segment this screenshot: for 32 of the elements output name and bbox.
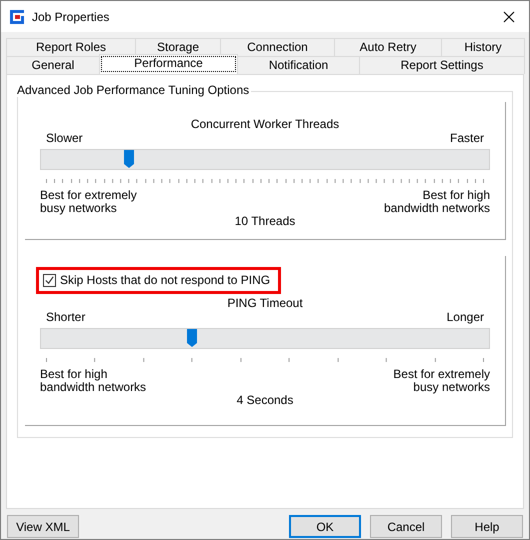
slider-title: Concurrent Worker Threads xyxy=(190,117,340,131)
slider-reading: 10 Threads xyxy=(234,214,296,228)
tab[interactable]: History xyxy=(441,38,525,56)
check-icon xyxy=(44,274,55,286)
tab[interactable]: Performance xyxy=(99,54,238,74)
slider-thumb[interactable] xyxy=(186,329,197,347)
slider-max-label: Longer xyxy=(446,310,484,326)
group-title: Advanced Job Performance Tuning Options xyxy=(17,83,252,97)
slider-reading: 4 Seconds xyxy=(236,393,294,407)
slider-min-label: Slower xyxy=(46,131,83,147)
button[interactable]: OK xyxy=(289,515,361,538)
close-icon[interactable] xyxy=(503,10,515,22)
button[interactable]: View XML xyxy=(7,515,79,538)
button[interactable]: Cancel xyxy=(370,515,442,538)
slider-note: Best for high bandwidth networks xyxy=(40,368,146,394)
slider-note: Best for extremely busy networks xyxy=(393,368,490,394)
slider-max-label: Faster xyxy=(450,131,484,147)
tab[interactable]: Auto Retry xyxy=(334,38,442,56)
slider-note: Best for extremely busy networks xyxy=(40,189,137,215)
button[interactable]: Help xyxy=(451,515,523,538)
slider-thumb[interactable] xyxy=(124,150,134,168)
tab[interactable]: General xyxy=(6,56,100,74)
app-icon xyxy=(9,8,25,24)
slider-track[interactable] xyxy=(40,328,490,349)
window-title: Job Properties xyxy=(32,10,110,24)
tab[interactable]: Report Settings xyxy=(359,56,525,74)
tab[interactable]: Report Roles xyxy=(6,38,136,56)
checkbox[interactable]: Skip Hosts that do not respond to PING xyxy=(43,273,270,287)
slider-title: PING Timeout xyxy=(226,296,304,310)
slider-min-label: Shorter xyxy=(46,310,86,326)
slider-note: Best for high bandwidth networks xyxy=(384,189,490,215)
slider-track[interactable] xyxy=(40,149,490,170)
